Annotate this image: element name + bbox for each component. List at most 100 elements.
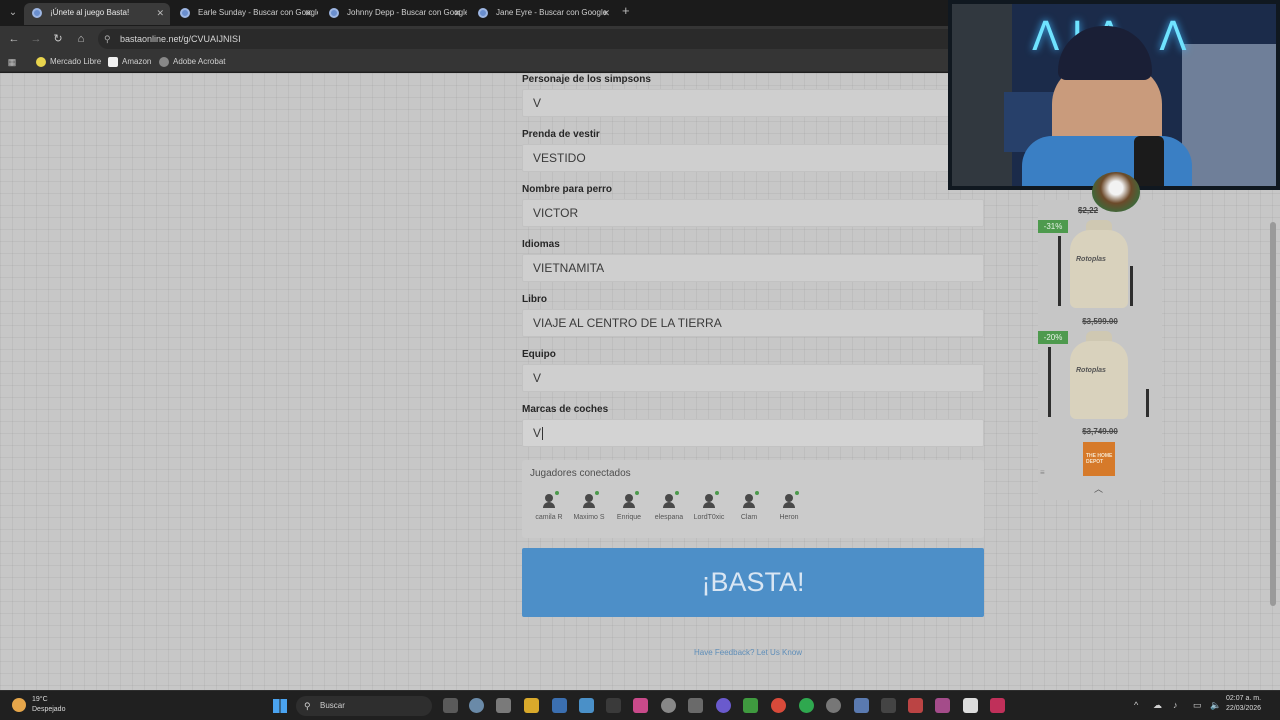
weather-icon[interactable] — [12, 698, 26, 712]
forward-icon[interactable]: → — [28, 31, 44, 47]
mic-icon[interactable]: ♪ — [1173, 700, 1178, 710]
tab-earle-sunday[interactable]: Earle Sunday - Buscar con Google ✕ — [172, 3, 318, 25]
app-icon[interactable] — [963, 698, 978, 713]
globe-icon — [159, 57, 169, 67]
online-status-dot — [595, 491, 599, 495]
webcam-overlay: ɅIɅ Ʌ — [948, 0, 1280, 190]
apps-grid-icon[interactable]: ▦ — [4, 54, 20, 70]
player-item: Enrique — [609, 491, 649, 521]
bookmark-mercado-libre[interactable]: Mercado Libre — [36, 55, 101, 69]
chevron-up-icon[interactable]: ︿ — [1094, 482, 1103, 495]
discount-badge: -20% — [1038, 331, 1068, 344]
tab-basta[interactable]: ¡Únete al juego Basta! ✕ — [24, 3, 170, 25]
bookmark-adobe-acrobat[interactable]: Adobe Acrobat — [159, 55, 225, 69]
outlook-icon[interactable] — [552, 698, 567, 713]
cloud-icon[interactable]: ☁ — [1153, 700, 1162, 711]
new-tab-icon[interactable]: + — [622, 3, 630, 18]
task-view-icon[interactable] — [443, 698, 458, 713]
field-input-simpsons[interactable]: V — [522, 89, 984, 117]
player-name: Maximo S — [573, 514, 605, 521]
close-icon[interactable]: ✕ — [156, 3, 164, 23]
app-icon[interactable] — [854, 698, 869, 713]
field-input-prenda[interactable]: VESTIDO — [522, 144, 984, 172]
search-icon: ⚲ — [304, 701, 311, 711]
store-icon[interactable] — [496, 698, 511, 713]
app-icon[interactable] — [881, 698, 896, 713]
close-icon[interactable]: ✕ — [453, 3, 461, 23]
tab-johnny-depp[interactable]: Johnny Depp - Buscar con Google ✕ — [321, 3, 467, 25]
reload-icon[interactable]: ↻ — [50, 31, 66, 47]
app-icon[interactable] — [826, 698, 841, 713]
feedback-link[interactable]: Have Feedback? Let Us Know — [694, 648, 802, 657]
home-icon[interactable]: ⌂ — [73, 31, 89, 47]
close-icon[interactable]: ✕ — [304, 3, 312, 23]
url-input[interactable]: ⚲ bastaonline.net/g/CVUAIJNISI — [98, 29, 958, 49]
xbox-icon[interactable] — [743, 698, 758, 713]
player-name: Clam — [740, 514, 758, 521]
photos-icon[interactable] — [633, 698, 648, 713]
search-label: Buscar — [320, 701, 345, 710]
google-icon — [329, 8, 339, 18]
field-input-equipo[interactable]: V — [522, 364, 984, 392]
chrome-icon[interactable] — [771, 698, 786, 713]
tab-jane-eyre[interactable]: Jane Eyre - Buscar con Google ✕ — [470, 3, 616, 25]
player-item: elespana — [649, 491, 689, 521]
product-image-tank[interactable]: Rotoplas — [1058, 220, 1133, 308]
field-label-simpsons: Personaje de los simpsons — [522, 74, 651, 85]
field-input-libro[interactable]: VIAJE AL CENTRO DE LA TIERRA — [522, 309, 984, 337]
globe-icon — [32, 8, 42, 18]
app-icon[interactable] — [688, 698, 703, 713]
site-info-icon[interactable]: ⚲ — [104, 29, 111, 49]
amazon-icon — [108, 57, 118, 67]
obs-icon[interactable] — [661, 698, 676, 713]
bookmark-label: Mercado Libre — [50, 57, 102, 66]
field-input-coches[interactable]: V — [522, 419, 984, 447]
tab-title: Johnny Depp - Buscar con Google — [347, 8, 467, 17]
home-depot-logo[interactable]: THE HOME DEPOT — [1083, 442, 1115, 476]
ad-panel: $2,22 -31% Rotoplas $3,599.00 -20% Rotop… — [1038, 200, 1162, 500]
spotify-icon[interactable] — [799, 698, 814, 713]
file-explorer-icon[interactable] — [524, 698, 539, 713]
tab-title: Jane Eyre - Buscar con Google — [496, 8, 608, 17]
settings-icon[interactable] — [469, 698, 484, 713]
notepad-icon[interactable] — [579, 698, 594, 713]
tab-search-icon[interactable]: ⌄ — [5, 5, 21, 21]
chevron-up-icon[interactable]: ^ — [1134, 700, 1138, 710]
discord-icon[interactable] — [716, 698, 731, 713]
user-icon — [702, 491, 719, 508]
ad-options-icon[interactable]: ≡ — [1040, 468, 1045, 477]
field-input-idiomas[interactable]: VIETNAMITA — [522, 254, 984, 282]
connected-players-panel: Jugadores conectados camila R Maximo S E… — [522, 460, 984, 538]
next-app-icon[interactable] — [606, 698, 621, 713]
clock-time[interactable]: 02:07 a. m. — [1226, 695, 1261, 702]
user-icon — [742, 491, 759, 508]
product-image-tank[interactable]: Rotoplas — [1048, 331, 1149, 419]
field-label-perro: Nombre para perro — [522, 184, 613, 195]
field-label-prenda: Prenda de vestir — [522, 129, 600, 140]
close-icon[interactable]: ✕ — [602, 3, 610, 23]
player-item: Heron — [769, 491, 809, 521]
ad-price-top: $2,22 — [1078, 206, 1099, 215]
weather-temp[interactable]: 19°C — [32, 696, 48, 703]
bookmark-amazon[interactable]: Amazon — [108, 55, 151, 69]
taskbar-search[interactable]: ⚲ Buscar — [296, 696, 432, 716]
volume-icon[interactable]: 🔈 — [1210, 700, 1221, 711]
old-price: $3,599.00 — [1082, 317, 1118, 326]
display-icon[interactable]: ▭ — [1193, 700, 1202, 711]
clock-date[interactable]: 22/03/2026 — [1226, 705, 1261, 712]
weather-desc[interactable]: Despejado — [32, 706, 65, 713]
online-status-dot — [755, 491, 759, 495]
tab-title: Earle Sunday - Buscar con Google — [198, 8, 318, 17]
app-icon[interactable] — [908, 698, 923, 713]
page-scrollbar[interactable] — [1270, 222, 1276, 606]
start-icon[interactable] — [273, 699, 287, 713]
url-text: bastaonline.net/g/CVUAIJNISI — [120, 34, 241, 44]
online-status-dot — [715, 491, 719, 495]
field-input-perro[interactable]: VICTOR — [522, 199, 984, 227]
app-icon[interactable] — [935, 698, 950, 713]
basta-button[interactable]: ¡BASTA! — [522, 548, 984, 617]
product-brand: Rotoplas — [1076, 367, 1106, 374]
discount-badge: -31% — [1038, 220, 1068, 233]
back-icon[interactable]: ← — [6, 31, 22, 47]
tiktok-icon[interactable] — [990, 698, 1005, 713]
